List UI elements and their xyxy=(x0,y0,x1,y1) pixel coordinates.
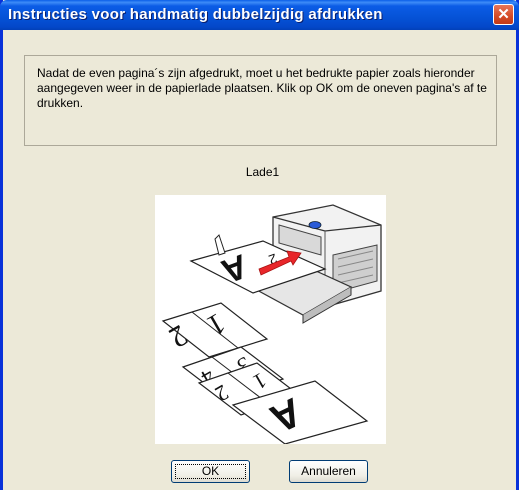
cancel-button[interactable]: Annuleren xyxy=(289,460,368,483)
instruction-text: Nadat de even pagina´s zijn afgedrukt, m… xyxy=(37,66,487,110)
printer-illustration: A 2 2 1 4 3 2 1 A xyxy=(155,195,386,445)
focus-rect xyxy=(175,464,246,479)
printer-tray-illustration-icon: A 2 2 1 4 3 2 1 A xyxy=(161,204,382,445)
dialog-window: Instructies voor handmatig dubbelzijdig … xyxy=(0,0,519,490)
window-title: Instructies voor handmatig dubbelzijdig … xyxy=(8,6,383,23)
tray-label: Lade1 xyxy=(245,165,280,179)
close-button[interactable]: ✕ xyxy=(493,4,514,25)
ok-button[interactable]: OK xyxy=(171,460,250,483)
title-bar[interactable]: Instructies voor handmatig dubbelzijdig … xyxy=(0,0,519,30)
message-group: Nadat de even pagina´s zijn afgedrukt, m… xyxy=(24,55,497,146)
cancel-button-label: Annuleren xyxy=(301,464,356,478)
